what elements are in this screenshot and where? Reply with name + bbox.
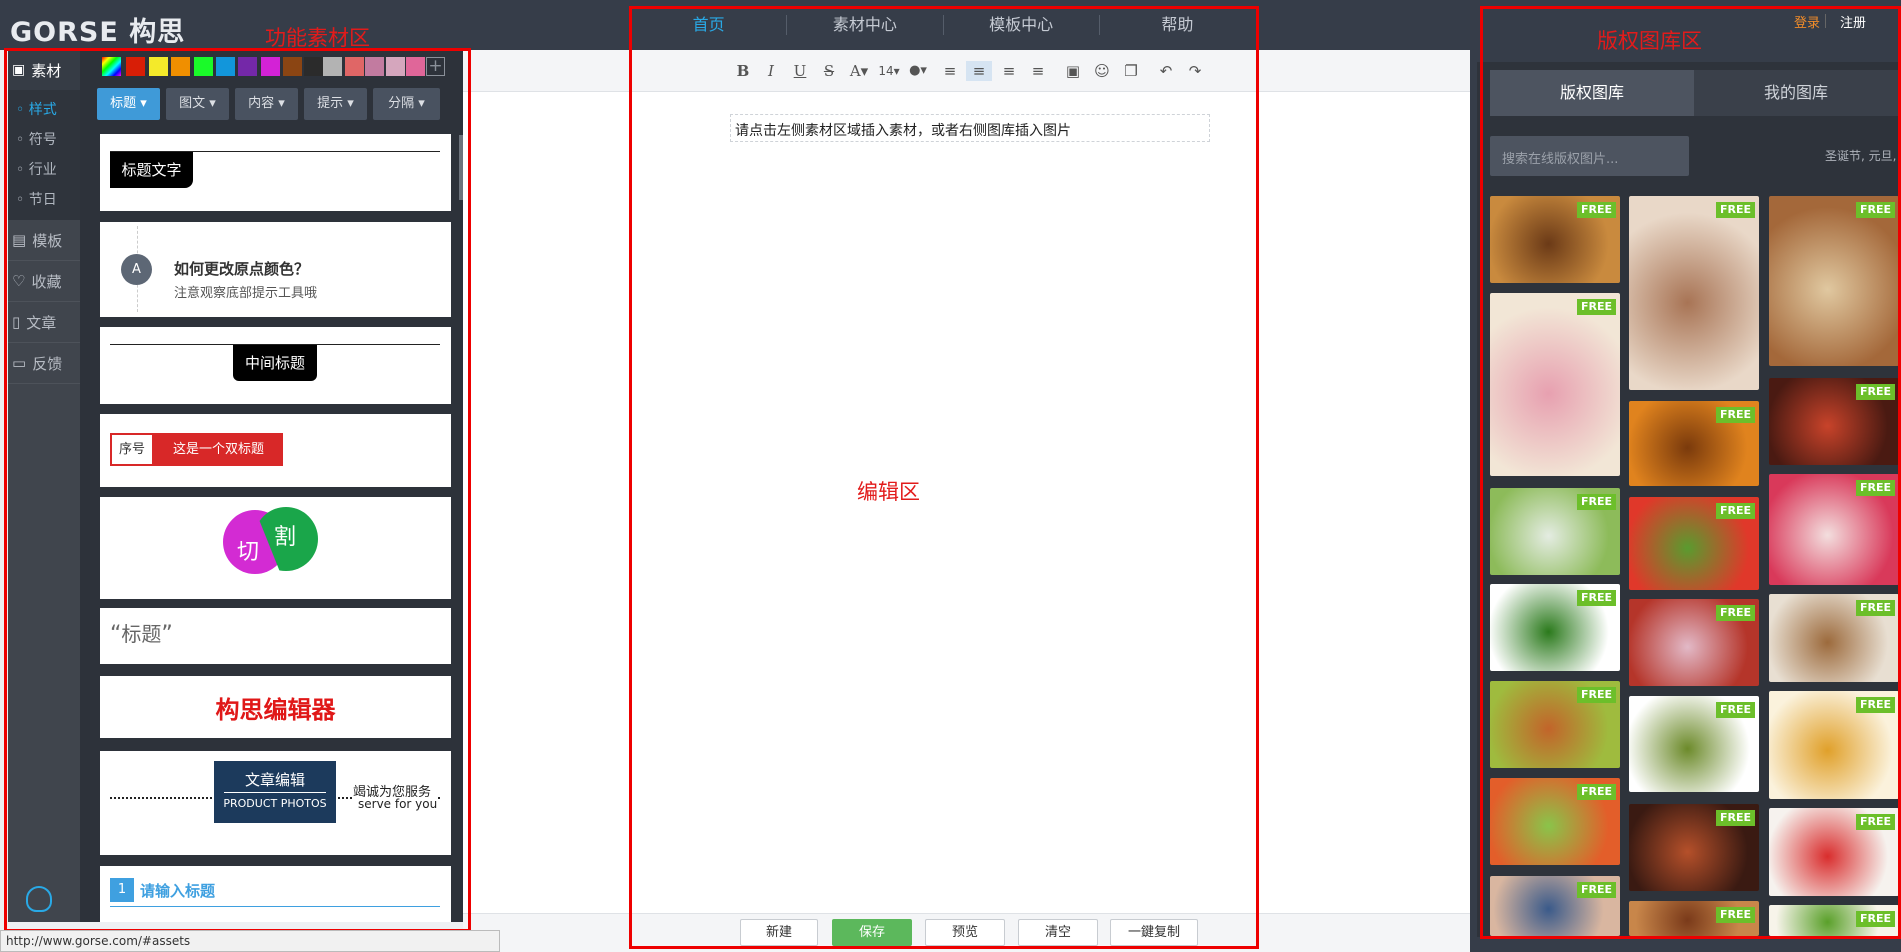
app-logo[interactable]: GORSE 构思 [10,10,185,49]
annotation-box-materials [4,48,471,932]
annotation-box-library [1480,6,1901,939]
status-bar-url: http://www.gorse.com/#assets [0,930,500,952]
annotation-box-editor [629,6,1259,949]
annotation-label-materials: 功能素材区 [265,26,370,50]
annotation-label-library: 版权图库区 [1597,29,1702,53]
